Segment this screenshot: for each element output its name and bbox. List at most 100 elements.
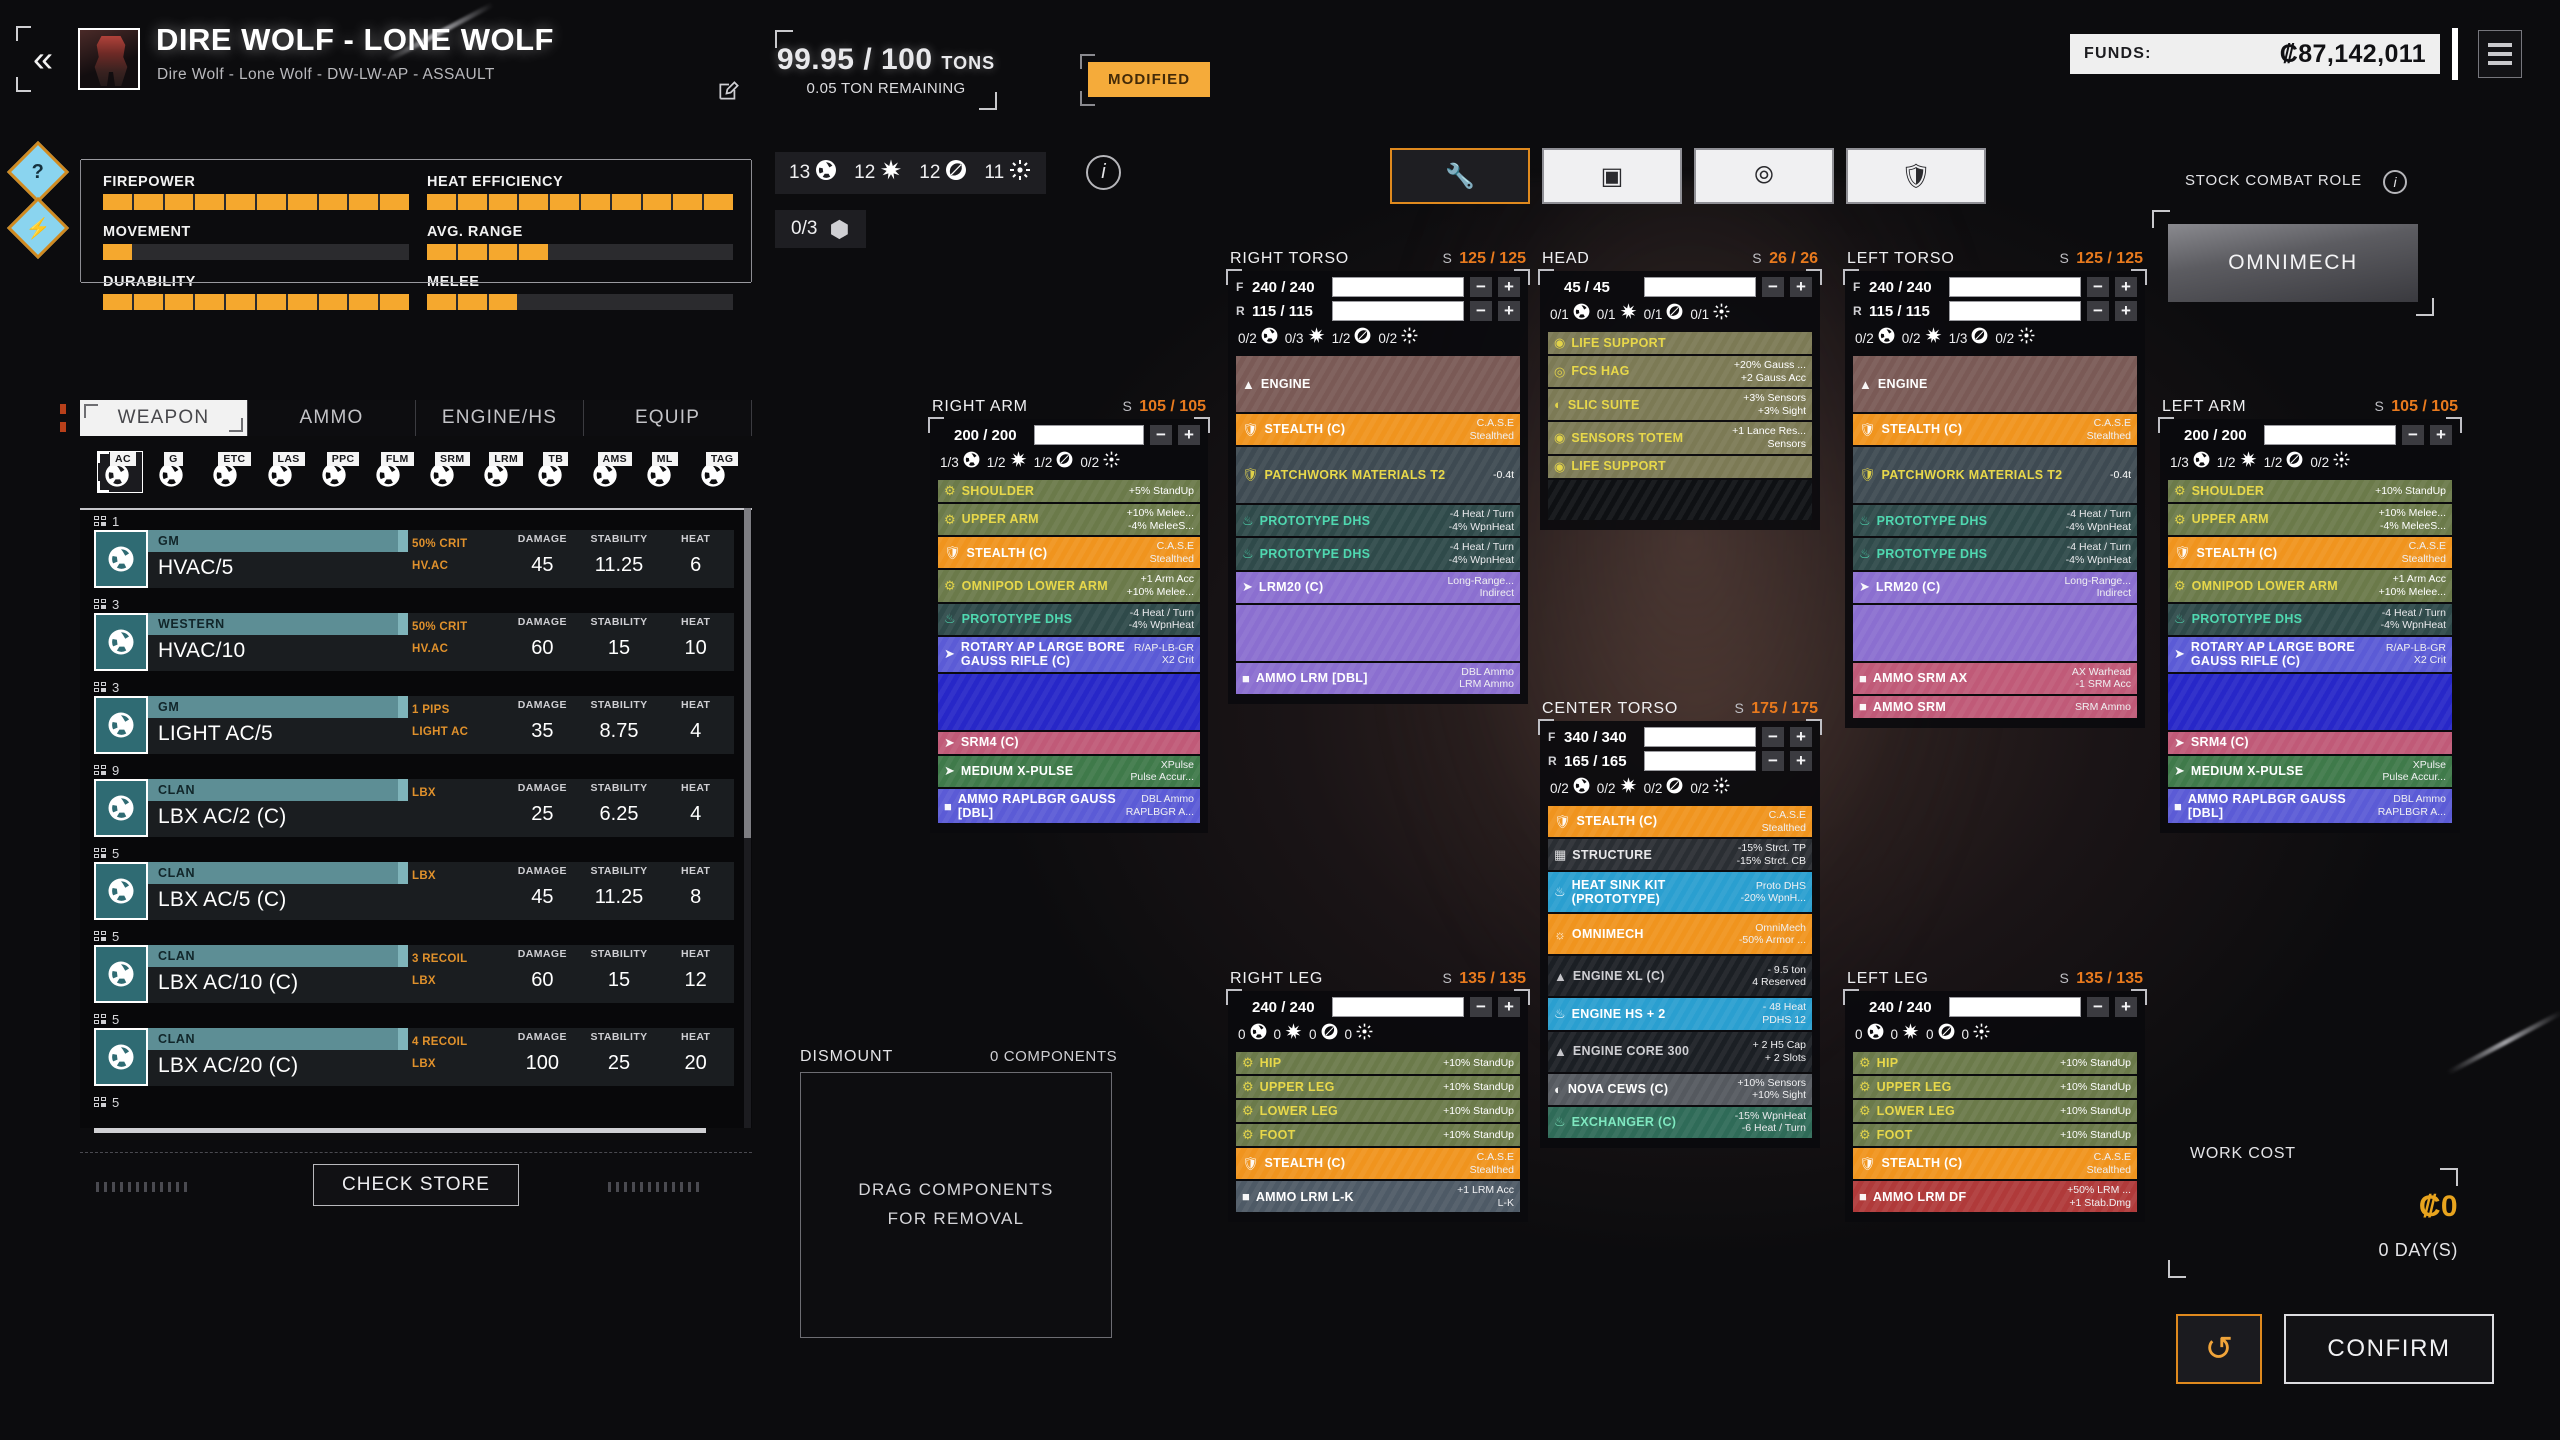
weapon-list-scrollbar[interactable] xyxy=(744,508,751,1128)
armor-increase-button[interactable]: + xyxy=(1790,751,1812,771)
weapon-row[interactable]: 5 CLAN LBX AC/5 (C) LBX DAMAGE 45 STABIL… xyxy=(80,842,752,922)
component-slot[interactable]: ♨ PROTOTYPE DHS -4 Heat / Turn -4% WpnHea… xyxy=(1853,505,2137,537)
component-slot[interactable]: ♨ PROTOTYPE DHS -4 Heat / Turn -4% WpnHea… xyxy=(1853,538,2137,570)
armor-slider[interactable] xyxy=(1644,751,1756,771)
armor-increase-button[interactable]: + xyxy=(2115,997,2137,1017)
component-slot[interactable] xyxy=(2168,673,2452,730)
tab-equip[interactable]: EQUIP xyxy=(584,400,752,436)
component-slot[interactable]: ➤ LRM20 (C) Long-Range... Indirect xyxy=(1853,571,2137,603)
undo-button[interactable]: ↺ xyxy=(2176,1314,2262,1384)
armor-slider[interactable] xyxy=(1949,277,2081,297)
component-slot[interactable]: ⚙ FOOT +10% StandUp xyxy=(1236,1124,1520,1146)
armor-increase-button[interactable]: + xyxy=(2430,425,2452,445)
weapon-row[interactable]: 3 GM LIGHT AC/5 1 PIPS LIGHT AC DAMAGE 3… xyxy=(80,676,752,756)
info-icon[interactable]: i xyxy=(1086,155,1121,190)
armor-row[interactable]: 45 / 45 − + xyxy=(1548,277,1812,297)
weapon-row[interactable]: 5 CLAN LBX AC/10 (C) 3 RECOIL LBX DAMAGE… xyxy=(80,925,752,1005)
armor-row[interactable]: F 240 / 240 − + xyxy=(1236,277,1520,297)
component-slot[interactable]: ♨ PROTOTYPE DHS -4 Heat / Turn -4% WpnHea… xyxy=(1236,505,1520,537)
armor-decrease-button[interactable]: − xyxy=(1762,751,1784,771)
armor-slider[interactable] xyxy=(1034,425,1144,445)
component-slot[interactable]: ➤ SRM4 (C) xyxy=(2168,731,2452,754)
tab-pilot[interactable]: ▣ xyxy=(1542,148,1682,204)
check-store-button[interactable]: CHECK STORE xyxy=(313,1163,519,1206)
armor-row[interactable]: 200 / 200 − + xyxy=(938,425,1200,445)
collapse-panel-button[interactable]: « xyxy=(16,26,64,92)
armor-decrease-button[interactable]: − xyxy=(2087,277,2109,297)
panel-center-torso[interactable]: CENTER TORSO S 175 / 175 F 340 / 340 − +… xyxy=(1538,700,1822,1148)
component-slot[interactable]: ⚙ SHOULDER +5% StandUp xyxy=(938,480,1200,502)
armor-row[interactable]: R 165 / 165 − + xyxy=(1548,751,1812,771)
filter-ppc[interactable]: PPC xyxy=(315,452,360,492)
weapon-row-body[interactable]: CLAN LBX AC/5 (C) LBX DAMAGE 45 STABILIT… xyxy=(94,862,734,920)
armor-decrease-button[interactable]: − xyxy=(2087,997,2109,1017)
component-slot[interactable]: ☼ OMNIMECH OmniMech -50% Armor ... xyxy=(1548,914,1812,955)
weapon-row[interactable]: 3 WESTERN HVAC/10 50% CRIT HV.AC DAMAGE … xyxy=(80,593,752,673)
confirm-button[interactable]: CONFIRM xyxy=(2284,1314,2494,1384)
component-slot[interactable]: ⚙ FOOT +10% StandUp xyxy=(1853,1124,2137,1146)
filter-tag[interactable]: TAG xyxy=(694,452,739,492)
component-slot[interactable]: ⚙ LOWER LEG +10% StandUp xyxy=(1853,1100,2137,1122)
armor-increase-button[interactable]: + xyxy=(1790,727,1812,747)
component-slot[interactable]: ■ AMMO LRM L-K +1 LRM Acc L-K xyxy=(1236,1181,1520,1213)
filter-g[interactable]: G xyxy=(152,452,196,492)
component-slot[interactable]: ◉ LIFE SUPPORT xyxy=(1548,332,1812,354)
armor-row[interactable]: 240 / 240 − + xyxy=(1236,997,1520,1017)
weapon-row-body[interactable]: GM HVAC/5 50% CRIT HV.AC DAMAGE 45 STABI… xyxy=(94,530,734,588)
tab-armor[interactable]: 🛡 xyxy=(1846,148,1986,204)
panel-left-leg[interactable]: LEFT LEG S 135 / 135 240 / 240 − + 0 0 0… xyxy=(1843,970,2147,1223)
filter-ac[interactable]: AC xyxy=(96,451,144,493)
component-slot[interactable]: ➤ ROTARY AP LARGE BORE GAUSS RIFLE (C) R… xyxy=(938,636,1200,672)
armor-slider[interactable] xyxy=(1332,301,1464,321)
weapon-list[interactable]: 1 GM HVAC/5 50% CRIT HV.AC DAMAGE 45 STA… xyxy=(80,508,752,1128)
component-slot[interactable]: 🛡 STEALTH (C) C.A.S.E Stealthed xyxy=(1853,1148,2137,1180)
filter-srm[interactable]: SRM xyxy=(423,452,470,492)
armor-decrease-button[interactable]: − xyxy=(1470,301,1492,321)
component-slot[interactable]: ▲ ENGINE CORE 300 + 2 H5 Cap + 2 Slots xyxy=(1548,1031,1812,1072)
component-slot[interactable]: ▲ ENGINE xyxy=(1853,356,2137,412)
armor-increase-button[interactable]: + xyxy=(1178,425,1200,445)
component-slot[interactable]: ▲ ENGINE xyxy=(1236,356,1520,412)
component-slot[interactable]: ⚙ UPPER ARM +10% Melee... -4% MeleeS... xyxy=(2168,504,2452,536)
component-slot[interactable]: ⚙ HIP +10% StandUp xyxy=(1236,1052,1520,1074)
component-slot[interactable] xyxy=(1236,604,1520,661)
weapon-row-body[interactable]: GM LIGHT AC/5 1 PIPS LIGHT AC DAMAGE 35 … xyxy=(94,696,734,754)
armor-slider[interactable] xyxy=(1644,727,1756,747)
component-slot[interactable] xyxy=(1853,604,2137,661)
component-slot[interactable]: ➤ MEDIUM X-PULSE XPulse Pulse Accur... xyxy=(2168,755,2452,787)
component-slot[interactable]: ⚙ SHOULDER +10% StandUp xyxy=(2168,480,2452,502)
edit-pencil-icon[interactable] xyxy=(716,78,742,104)
armor-increase-button[interactable]: + xyxy=(2115,301,2137,321)
filter-flm[interactable]: FLM xyxy=(369,452,414,492)
component-slot[interactable]: ◐ SLIC SUITE +3% Sensors +3% Sight xyxy=(1548,389,1812,421)
weapon-row-body[interactable]: CLAN LBX AC/2 (C) LBX DAMAGE 25 STABILIT… xyxy=(94,779,734,837)
info-icon[interactable]: i xyxy=(2383,170,2407,194)
weapon-row-body[interactable]: WESTERN HVAC/10 50% CRIT HV.AC DAMAGE 60… xyxy=(94,613,734,671)
component-slot[interactable]: ■ AMMO LRM [DBL] DBL Ammo LRM Ammo xyxy=(1236,662,1520,694)
armor-increase-button[interactable]: + xyxy=(1790,277,1812,297)
component-slot[interactable] xyxy=(938,673,1200,730)
tab-mech-loadout[interactable]: 🔧 xyxy=(1390,148,1530,204)
panel-right-torso[interactable]: RIGHT TORSO S 125 / 125 F 240 / 240 − + … xyxy=(1226,250,1530,704)
component-slot[interactable]: ♨ EXCHANGER (C) -15% WpnHeat -6 Heat / Tu… xyxy=(1548,1106,1812,1138)
armor-slider[interactable] xyxy=(2264,425,2396,445)
component-slot[interactable]: ♨ ENGINE HS + 2 - 48 Heat PDHS 12 xyxy=(1548,998,1812,1030)
component-slot[interactable]: 🛡 PATCHWORK MATERIALS T2 -0.4t xyxy=(1853,447,2137,504)
filter-tb[interactable]: TB xyxy=(531,452,575,492)
armor-decrease-button[interactable]: − xyxy=(1762,727,1784,747)
component-slot[interactable]: ⚙ UPPER LEG +10% StandUp xyxy=(1853,1076,2137,1098)
component-slot[interactable]: ➤ SRM4 (C) xyxy=(938,731,1200,754)
component-slot[interactable]: ◐ NOVA CEWS (C) +10% Sensors +10% Sight xyxy=(1548,1073,1812,1105)
filter-ml[interactable]: ML xyxy=(640,452,684,492)
armor-increase-button[interactable]: + xyxy=(1498,277,1520,297)
filter-las[interactable]: LAS xyxy=(261,452,305,492)
armor-decrease-button[interactable]: − xyxy=(2087,301,2109,321)
component-slot[interactable]: ♨ PROTOTYPE DHS -4 Heat / Turn -4% WpnHea… xyxy=(938,603,1200,635)
component-slot[interactable]: 🛡 STEALTH (C) C.A.S.E Stealthed xyxy=(1236,414,1520,446)
armor-slider[interactable] xyxy=(1332,277,1464,297)
component-slot[interactable]: ♨ HEAT SINK KIT (PROTOTYPE) Proto DHS -20… xyxy=(1548,872,1812,913)
armor-decrease-button[interactable]: − xyxy=(1470,997,1492,1017)
hamburger-menu-icon[interactable] xyxy=(2478,30,2522,78)
tab-engine-hs[interactable]: ENGINE/HS xyxy=(416,400,584,436)
weapon-row[interactable]: 5 CLAN LBX AC/20 (C) 4 RECOIL LBX DAMAGE… xyxy=(80,1008,752,1088)
